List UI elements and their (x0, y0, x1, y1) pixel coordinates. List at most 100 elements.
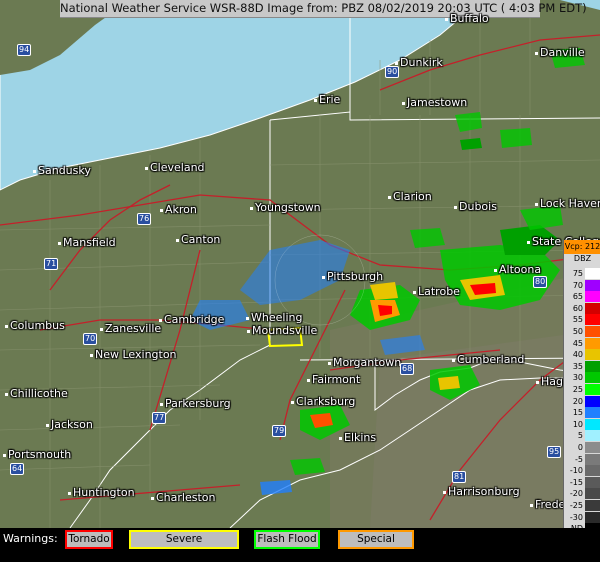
route-shield: 68 (400, 363, 415, 375)
legend-row: 35 (564, 360, 600, 373)
legend-row: 5 (564, 430, 600, 442)
legend-swatch (585, 442, 600, 453)
legend-row: 45 (564, 337, 600, 350)
city-label: Cleveland (145, 161, 205, 174)
route-shield: 81 (452, 471, 467, 483)
route-shield: 76 (137, 213, 152, 225)
legend-label: 40 (572, 350, 583, 360)
route-shield: 70 (83, 333, 98, 345)
legend-swatch (585, 395, 600, 407)
legend-swatch (585, 314, 600, 326)
legend-swatch (585, 418, 600, 430)
legend-swatch (585, 268, 600, 279)
legend-row: -10 (564, 465, 600, 477)
city-label: Jamestown (402, 96, 467, 109)
legend-row: 20 (564, 395, 600, 408)
legend-label: -5 (575, 454, 583, 464)
warnings-label: Warnings: (3, 532, 58, 545)
legend-row: 75 (564, 268, 600, 280)
legend-label: 60 (572, 303, 583, 313)
legend-label: 50 (572, 327, 583, 336)
legend-row: -15 (564, 476, 600, 489)
legend-swatch (585, 511, 600, 523)
city-label: Youngstown (250, 201, 321, 214)
legend-swatch (585, 488, 600, 500)
city-label: Moundsville (247, 324, 317, 337)
legend-label: -30 (569, 512, 583, 522)
legend-label: 70 (572, 280, 583, 290)
special-marine-warning-button[interactable]: Special Marine (338, 530, 414, 560)
city-label: Wheeling (246, 311, 302, 324)
legend-row: 30 (564, 372, 600, 384)
legend-swatch (585, 453, 600, 465)
city-label: Chillicothe (5, 387, 68, 400)
legend-label: 55 (572, 315, 583, 325)
city-label: Danville (535, 46, 585, 59)
dbz-legend: Vcp: 212 DBZ 75 70 65 60 55 50 45 40 35 30 25 20 15 1… (563, 240, 600, 540)
legend-row: -30 (564, 511, 600, 524)
severe-thunderstorm-warning-button[interactable]: Severe Thunderstorm (129, 530, 239, 560)
warnings-bar: Warnings: Tornado Severe Thunderstorm Fl… (0, 528, 600, 560)
legend-swatch (585, 465, 600, 477)
city-label: Pittsburgh (322, 270, 383, 283)
city-label: New Lexington (90, 348, 177, 361)
legend-row: -25 (564, 500, 600, 512)
legend-label: 10 (572, 419, 583, 429)
legend-row: 25 (564, 384, 600, 396)
city-label: Dubois (454, 200, 497, 213)
city-label: Lock Haven (535, 197, 600, 210)
legend-row: 60 (564, 302, 600, 315)
legend-label: 75 (572, 269, 583, 278)
legend-label: 65 (572, 292, 583, 302)
legend-swatch (585, 360, 600, 372)
city-label: Parkersburg (160, 397, 231, 410)
legend-row: -20 (564, 488, 600, 500)
tornado-warning-button[interactable]: Tornado (65, 530, 113, 549)
legend-swatch (585, 291, 600, 303)
legend-label: 0 (577, 443, 583, 452)
route-shield: 94 (17, 44, 32, 56)
legend-swatch (585, 430, 600, 442)
city-label: Columbus (5, 319, 65, 332)
legend-label: 15 (572, 408, 583, 418)
flash-flood-warning-button[interactable]: Flash Flood (254, 530, 320, 549)
route-shield: 64 (10, 463, 25, 475)
city-label: Clarion (388, 190, 432, 203)
legend-swatch (585, 384, 600, 395)
city-label: Cambridge (159, 313, 224, 326)
legend-row: 50 (564, 326, 600, 338)
route-shield: 90 (385, 66, 400, 78)
legend-swatch (585, 407, 600, 419)
city-label: Dunkirk (395, 56, 443, 69)
city-label: Charleston (151, 491, 216, 504)
legend-label: 45 (572, 338, 583, 348)
legend-row: 40 (564, 349, 600, 361)
legend-swatch (585, 500, 600, 511)
city-label: Cumberland (452, 353, 524, 366)
city-label: Jackson (46, 418, 93, 431)
legend-label: 20 (572, 396, 583, 406)
city-label: Elkins (339, 431, 376, 444)
legend-unit: DBZ (573, 254, 592, 263)
legend-row: 0 (564, 442, 600, 454)
route-shield: 95 (547, 446, 562, 458)
city-label: Clarksburg (291, 395, 355, 408)
city-label: Sandusky (33, 164, 91, 177)
legend-swatch (585, 476, 600, 488)
legend-title: Vcp: 212 (564, 240, 600, 254)
legend-label: -15 (569, 477, 583, 487)
city-label: Buffalo (445, 12, 489, 25)
legend-swatch (585, 337, 600, 349)
route-shield: 80 (533, 276, 548, 288)
route-shield: 79 (272, 425, 287, 437)
legend-swatch (585, 302, 600, 314)
city-label: Portsmouth (3, 448, 71, 461)
city-label: Latrobe (413, 285, 460, 298)
city-label: Fairmont (307, 373, 360, 386)
city-label: Canton (176, 233, 220, 246)
legend-swatch (585, 349, 600, 361)
legend-swatch (585, 279, 600, 291)
legend-swatch (585, 372, 600, 384)
legend-row: -5 (564, 453, 600, 466)
legend-row: 65 (564, 291, 600, 303)
